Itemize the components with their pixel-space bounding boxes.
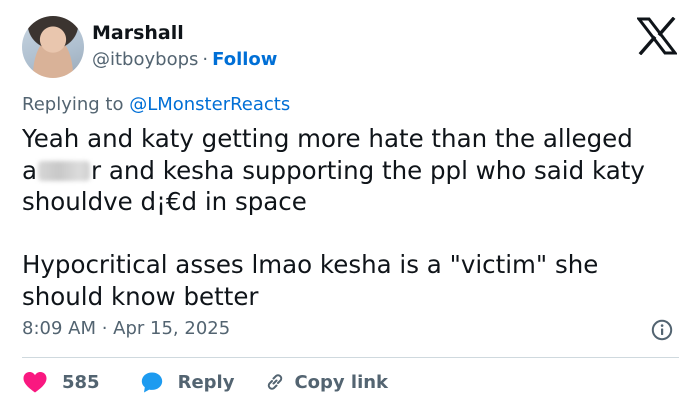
post-line: a r and kesha supporting the ppl who said… — [22, 155, 684, 187]
separator-dot: · — [202, 49, 209, 70]
x-logo-icon[interactable] — [637, 17, 677, 55]
replying-to: Replying to @LMonsterReacts — [22, 94, 290, 115]
reply-button[interactable]: Reply — [140, 370, 235, 394]
post-line: Yeah and katy getting more hate than the… — [22, 124, 633, 153]
speech-bubble-icon — [141, 372, 162, 393]
replying-prefix: Replying to — [22, 94, 130, 115]
divider — [22, 357, 679, 358]
reply-mention-link[interactable]: @LMonsterReacts — [129, 94, 290, 115]
copy-link-label: Copy link — [294, 371, 389, 393]
copy-link-button[interactable]: Copy link — [264, 371, 388, 393]
censored-word-blur — [38, 160, 91, 181]
author-handle-line: @itboybops · Follow — [92, 49, 277, 70]
author-handle[interactable]: @itboybops — [92, 49, 198, 70]
link-icon — [268, 374, 283, 390]
avatar[interactable] — [22, 16, 84, 78]
like-button[interactable]: 585 — [22, 370, 100, 394]
follow-button[interactable]: Follow — [212, 49, 277, 70]
reply-label: Reply — [177, 371, 235, 393]
heart-icon — [23, 372, 47, 393]
info-icon[interactable] — [651, 319, 673, 341]
post-line: Hypocritical asses lmao kesha is a "vict… — [22, 250, 599, 279]
post-timestamp[interactable]: 8:09 AM · Apr 15, 2025 — [22, 318, 230, 339]
post-line-segment: r and kesha supporting the ppl who said … — [91, 155, 645, 185]
author-name[interactable]: Marshall — [92, 22, 184, 44]
post-text: Yeah and katy getting more hate than the… — [22, 123, 684, 312]
like-count: 585 — [62, 371, 100, 393]
post-line-segment: a — [22, 155, 38, 185]
action-bar: 585 Reply Copy link — [22, 370, 388, 394]
post-line: shouldve d¡€d in space — [22, 187, 307, 216]
post-line: should know better — [22, 281, 259, 311]
